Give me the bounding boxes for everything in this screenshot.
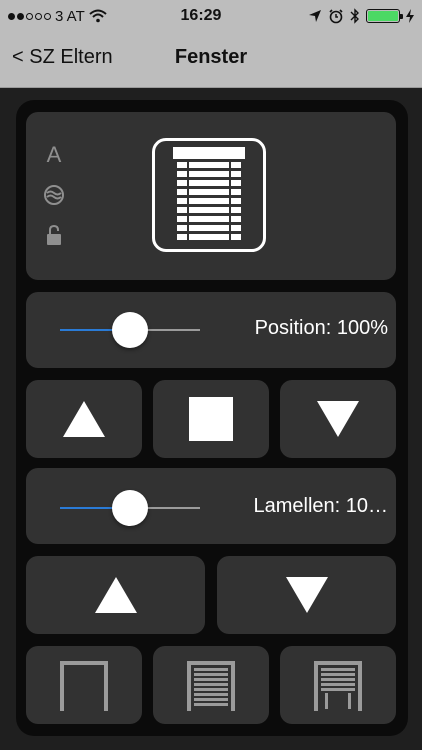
battery-icon (366, 9, 403, 23)
lamellen-card: Lamellen: 10… (26, 468, 396, 544)
position-card: Position: 100% (26, 292, 396, 368)
triangle-down-icon (285, 577, 328, 613)
wifi-icon (89, 9, 107, 23)
position-slider[interactable] (60, 312, 200, 348)
sun-protection-icon (42, 182, 66, 208)
status-left: 3 AT (8, 8, 148, 25)
charging-bolt-icon (406, 9, 414, 23)
position-label: Position: 100% (254, 317, 388, 339)
door-closed-icon (187, 661, 235, 711)
stop-button[interactable] (153, 380, 269, 458)
triangle-down-icon (317, 401, 359, 437)
bluetooth-icon (350, 8, 359, 24)
preset-partial-button[interactable] (280, 646, 396, 724)
lamellen-down-button[interactable] (217, 556, 396, 634)
lamellen-slider-thumb[interactable] (112, 490, 148, 526)
triangle-up-icon (94, 577, 137, 613)
preset-open-button[interactable] (26, 646, 142, 724)
door-partial-icon (314, 661, 362, 711)
lamellen-up-button[interactable] (26, 556, 205, 634)
door-open-icon (60, 661, 108, 711)
status-icons: A (42, 142, 66, 248)
auto-mode-indicator: A (46, 142, 62, 167)
lamellen-label: Lamellen: 10… (253, 495, 388, 517)
status-right (254, 8, 414, 24)
navigation-bar: < SZ Eltern Fenster (0, 32, 422, 88)
alarm-clock-icon (329, 9, 343, 24)
stop-square-icon (189, 397, 233, 441)
signal-dots (8, 12, 51, 20)
lamellen-slider[interactable] (60, 490, 200, 526)
carrier-label: 3 AT (55, 7, 85, 25)
triangle-up-icon (63, 401, 105, 437)
control-panel: A Position: 100% Lamellen: 10… (16, 100, 408, 736)
device-status-card: A (26, 112, 396, 280)
move-down-button[interactable] (280, 380, 396, 458)
position-slider-thumb[interactable] (112, 312, 148, 348)
location-arrow-icon (309, 10, 321, 22)
lock-open-icon (42, 222, 66, 248)
status-bar: 3 AT 16:29 (0, 0, 422, 32)
preset-closed-button[interactable] (153, 646, 269, 724)
shutter-icon[interactable] (152, 138, 266, 252)
back-button[interactable]: < SZ Eltern (12, 46, 113, 69)
status-time: 16:29 (180, 7, 222, 24)
move-up-button[interactable] (26, 380, 142, 458)
